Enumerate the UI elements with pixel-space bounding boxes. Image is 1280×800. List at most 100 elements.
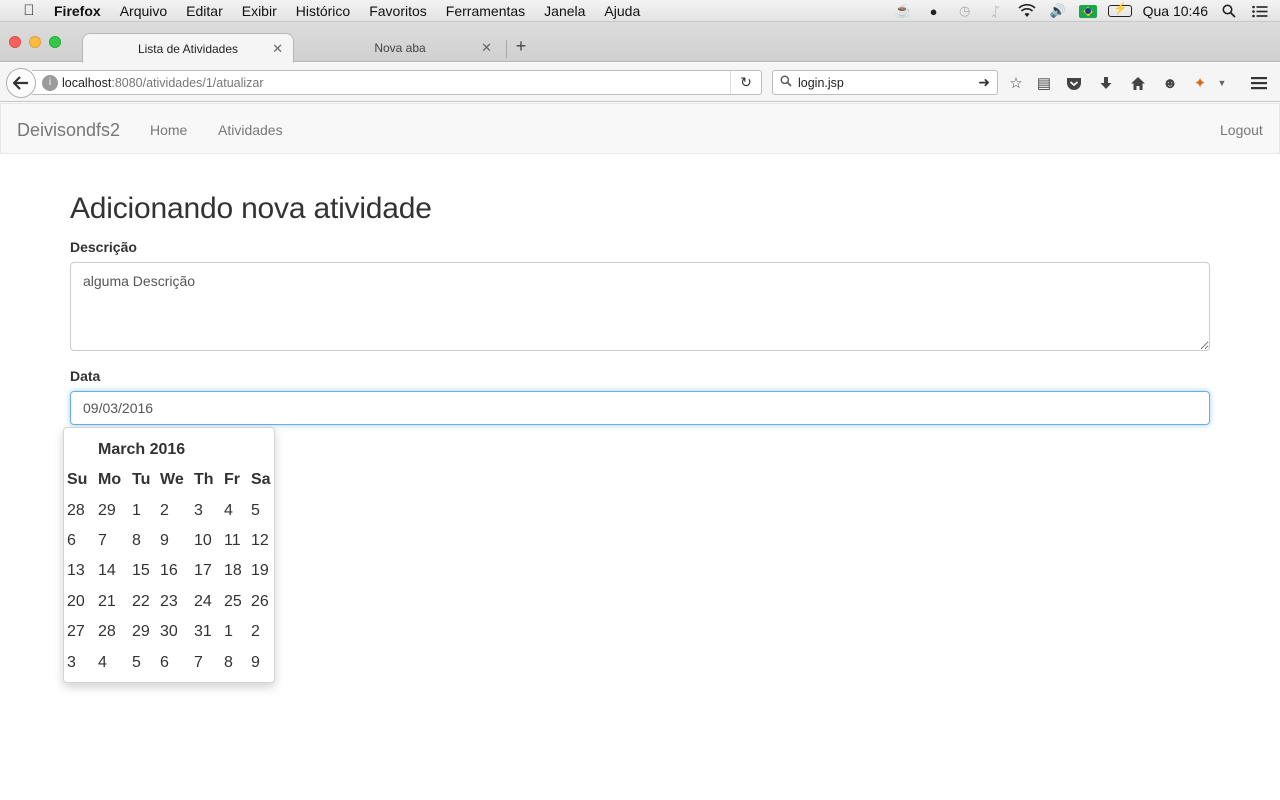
reading-list-icon[interactable]: ▤ xyxy=(1034,73,1054,93)
nav-link-logout[interactable]: Logout xyxy=(1220,122,1263,138)
menu-editar[interactable]: Editar xyxy=(186,3,223,19)
tab-divider xyxy=(506,40,507,58)
datepicker-day[interactable]: 5 xyxy=(251,502,260,520)
menu-ferramentas[interactable]: Ferramentas xyxy=(446,3,525,19)
notification-center-icon[interactable] xyxy=(1250,3,1270,19)
datepicker-month-title[interactable]: March 2016 xyxy=(98,441,185,459)
bluetooth-icon[interactable]: ᛢ xyxy=(986,3,1006,19)
search-go-arrow-icon[interactable]: ➜ xyxy=(978,74,990,91)
datepicker-day[interactable]: 17 xyxy=(194,562,212,580)
datepicker-day[interactable]: 20 xyxy=(67,593,85,611)
nav-link-home[interactable]: Home xyxy=(150,122,187,138)
new-tab-plus-icon[interactable]: + xyxy=(512,36,530,57)
date-label: Data xyxy=(70,368,101,384)
datepicker-day[interactable]: 19 xyxy=(251,562,269,580)
pocket-icon[interactable] xyxy=(1064,73,1084,93)
datepicker-day[interactable]: 22 xyxy=(132,593,150,611)
browser-navigation-toolbar: i localhost:8080/atividades/1/atualizar … xyxy=(0,63,1280,102)
extension-icon[interactable]: ✦ xyxy=(1190,73,1210,93)
home-icon[interactable] xyxy=(1128,73,1148,93)
url-bar[interactable]: i localhost:8080/atividades/1/atualizar … xyxy=(32,70,762,95)
datepicker-day[interactable]: 23 xyxy=(160,593,178,611)
datepicker-day[interactable]: 1 xyxy=(132,502,141,520)
datepicker-day[interactable]: 28 xyxy=(98,623,116,641)
window-zoom-button[interactable] xyxy=(49,36,61,48)
coffee-cup-icon[interactable]: ☕ xyxy=(893,3,913,19)
tab-close-icon[interactable]: ✕ xyxy=(481,40,492,56)
tab-close-icon[interactable]: ✕ xyxy=(272,41,283,57)
spotlight-search-icon[interactable] xyxy=(1219,3,1239,19)
datepicker-day[interactable]: 10 xyxy=(194,532,212,550)
datepicker-day[interactable]: 9 xyxy=(160,532,169,550)
apple-menu-icon[interactable]:  xyxy=(18,2,40,19)
datepicker-day[interactable]: 29 xyxy=(98,502,116,520)
menu-favoritos[interactable]: Favoritos xyxy=(369,3,427,19)
datepicker-day[interactable]: 27 xyxy=(67,623,85,641)
reload-icon[interactable]: ↻ xyxy=(730,71,761,94)
datepicker-day[interactable]: 16 xyxy=(160,562,178,580)
tab-nova-aba[interactable]: Nova aba ✕ xyxy=(296,33,504,63)
description-textarea[interactable]: alguma Descrição xyxy=(70,262,1210,351)
downloads-icon[interactable] xyxy=(1096,73,1116,93)
datepicker-day[interactable]: 25 xyxy=(224,593,242,611)
datepicker-day[interactable]: 1 xyxy=(224,623,233,641)
datepicker-day[interactable]: 21 xyxy=(98,593,116,611)
url-path: :8080/atividades/1/atualizar xyxy=(111,75,264,90)
datepicker-day[interactable]: 31 xyxy=(194,623,212,641)
bowler-hat-icon[interactable]: ● xyxy=(924,3,944,19)
menubar-clock[interactable]: Qua 10:46 xyxy=(1143,3,1208,19)
datepicker-day[interactable]: 26 xyxy=(251,593,269,611)
datepicker-day[interactable]: 2 xyxy=(251,623,260,641)
menu-ajuda[interactable]: Ajuda xyxy=(604,3,640,19)
input-source-flag-icon[interactable] xyxy=(1078,4,1097,18)
datepicker-day[interactable]: 6 xyxy=(67,532,76,550)
datepicker-day[interactable]: 13 xyxy=(67,562,85,580)
datepicker-day[interactable]: 3 xyxy=(194,502,203,520)
bookmark-star-icon[interactable]: ☆ xyxy=(1006,73,1026,93)
chat-smiley-icon[interactable]: ☻ xyxy=(1160,73,1180,93)
datepicker-day[interactable]: 4 xyxy=(98,654,107,672)
datepicker-day[interactable]: 30 xyxy=(160,623,178,641)
battery-icon[interactable] xyxy=(1107,2,1132,17)
datepicker-day[interactable]: 28 xyxy=(67,502,85,520)
menu-arquivo[interactable]: Arquivo xyxy=(120,3,167,19)
menu-app-firefox[interactable]: Firefox xyxy=(54,3,101,19)
hamburger-menu-icon[interactable] xyxy=(1249,73,1269,93)
datepicker-day[interactable]: 4 xyxy=(224,502,233,520)
datepicker-day[interactable]: 5 xyxy=(132,654,141,672)
wifi-icon[interactable] xyxy=(1017,3,1037,19)
time-machine-icon[interactable]: ◷ xyxy=(955,3,975,19)
datepicker-day[interactable]: 24 xyxy=(194,593,212,611)
datepicker-day[interactable]: 2 xyxy=(160,502,169,520)
site-navbar: Deivisondfs2 Home Atividades Logout xyxy=(0,103,1280,154)
volume-icon[interactable]: 🔊 xyxy=(1048,3,1068,19)
menu-exibir[interactable]: Exibir xyxy=(242,3,277,19)
menu-historico[interactable]: Histórico xyxy=(296,3,350,19)
extension-dropdown-chevron-icon[interactable]: ▼ xyxy=(1212,73,1232,93)
datepicker-day[interactable]: 7 xyxy=(98,532,107,550)
back-button[interactable] xyxy=(6,68,36,98)
datepicker-day[interactable]: 9 xyxy=(251,654,260,672)
datepicker-day[interactable]: 12 xyxy=(251,532,269,550)
datepicker-day[interactable]: 6 xyxy=(160,654,169,672)
datepicker-weekday: Su xyxy=(67,471,88,489)
menu-janela[interactable]: Janela xyxy=(544,3,585,19)
site-identity-icon[interactable]: i xyxy=(42,74,58,91)
datepicker-day[interactable]: 15 xyxy=(132,562,150,580)
datepicker-day[interactable]: 11 xyxy=(224,532,241,550)
datepicker-popup: March 2016 Su Mo Tu We Th Fr Sa 28 29 1 2 3 4 5 6 7 8 9 1… xyxy=(63,427,275,683)
datepicker-day[interactable]: 7 xyxy=(194,654,203,672)
datepicker-day[interactable]: 3 xyxy=(67,654,76,672)
datepicker-day[interactable]: 8 xyxy=(224,654,233,672)
search-bar[interactable]: login.jsp ➜ xyxy=(772,70,998,95)
datepicker-day[interactable]: 8 xyxy=(132,532,141,550)
nav-link-atividades[interactable]: Atividades xyxy=(218,122,283,138)
datepicker-day[interactable]: 29 xyxy=(132,623,150,641)
datepicker-day[interactable]: 14 xyxy=(98,562,116,580)
navbar-brand[interactable]: Deivisondfs2 xyxy=(17,120,120,141)
window-minimize-button[interactable] xyxy=(29,36,41,48)
tab-lista-de-atividades[interactable]: Lista de Atividades ✕ xyxy=(82,33,294,63)
window-close-button[interactable] xyxy=(9,36,21,48)
date-input[interactable] xyxy=(70,391,1210,425)
datepicker-day[interactable]: 18 xyxy=(224,562,242,580)
